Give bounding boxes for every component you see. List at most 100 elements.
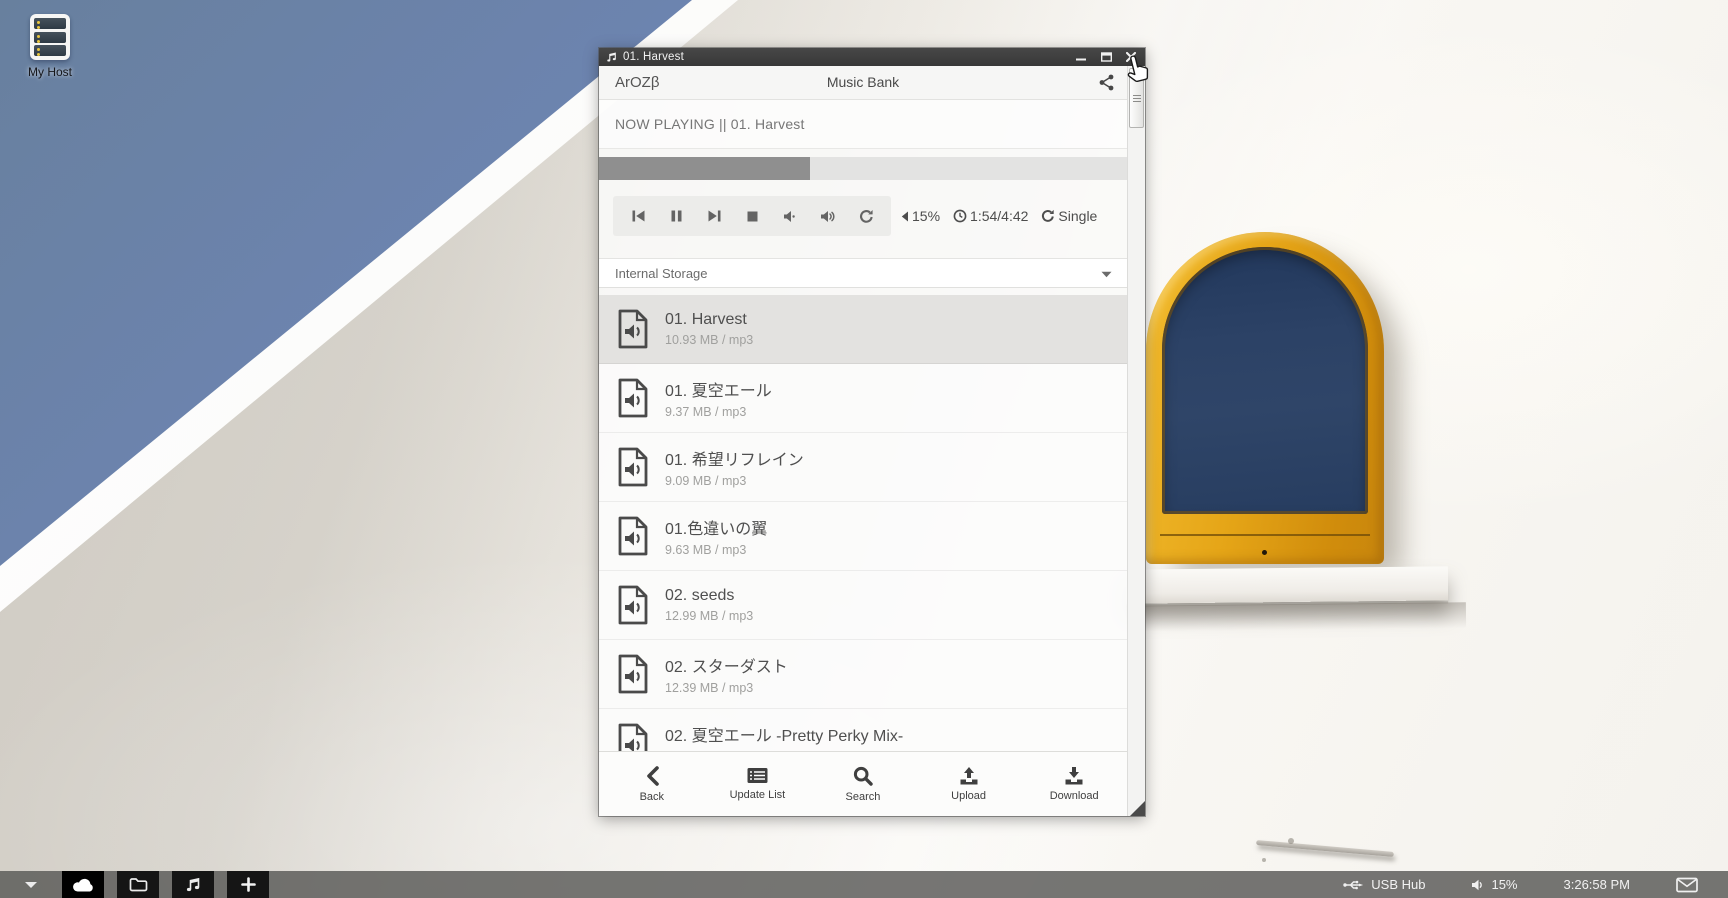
search-icon (853, 766, 873, 786)
minimize-button[interactable] (1075, 51, 1087, 63)
taskbar-launcher (0, 871, 282, 898)
scrollbar-track[interactable] (1127, 66, 1145, 816)
volume-up-button[interactable] (815, 203, 841, 229)
volume-label: 15% (1491, 877, 1517, 892)
taskbar-expand-button[interactable] (0, 881, 62, 889)
download-label: Download (1050, 790, 1099, 802)
track-title: 02. 夏空エール -Pretty Perky Mix- (665, 722, 903, 746)
wallpaper-window-glass (1162, 247, 1368, 514)
next-button[interactable] (701, 203, 727, 229)
now-playing-text: NOW PLAYING || 01. Harvest (615, 116, 805, 132)
progress-bar[interactable] (599, 157, 1127, 180)
audio-file-icon (615, 377, 651, 419)
maximize-button[interactable] (1100, 51, 1112, 63)
track-size: 9.09 MB / mp3 (665, 474, 804, 488)
track-row[interactable]: 02. スターダスト 12.39 MB / mp3 (599, 640, 1127, 709)
scrollbar-thumb[interactable] (1129, 68, 1144, 128)
search-button[interactable]: Search (810, 752, 916, 816)
audio-file-icon (615, 653, 651, 695)
usb-status[interactable]: USB Hub (1343, 877, 1425, 892)
pause-button[interactable] (663, 203, 689, 229)
wallpaper-sill-shadow (1126, 602, 1466, 632)
taskbar: USB Hub 15% 3:26:58 PM (0, 871, 1728, 898)
back-icon (645, 766, 659, 786)
audio-file-icon (615, 584, 651, 626)
taskbar-status-area: USB Hub 15% 3:26:58 PM (1343, 871, 1698, 898)
speaker-icon (1471, 879, 1484, 891)
music-note-icon (606, 51, 617, 63)
mode-value: Single (1058, 208, 1097, 224)
repeat-icon (1041, 209, 1055, 223)
maximize-icon (1101, 52, 1112, 62)
next-icon (707, 209, 722, 223)
share-icon (1099, 74, 1114, 91)
desktop-icon-label: My Host (16, 65, 84, 79)
caret-down-icon (24, 881, 38, 889)
usb-label: USB Hub (1371, 877, 1425, 892)
window-titlebar[interactable]: 01. Harvest (599, 48, 1145, 66)
track-size: 12.39 MB / mp3 (665, 681, 788, 695)
music-player-window: 01. Harvest ArOZβ (599, 48, 1145, 816)
minimize-icon (1076, 52, 1086, 62)
track-row[interactable]: 02. seeds 12.99 MB / mp3 (599, 571, 1127, 640)
desktop-icon-my-host[interactable]: My Host (16, 14, 84, 79)
download-button[interactable]: Download (1021, 752, 1127, 816)
refresh-icon (859, 209, 874, 224)
upload-icon (959, 767, 979, 785)
pause-icon (670, 209, 683, 223)
storage-select[interactable]: Internal Storage (599, 258, 1127, 288)
refresh-button[interactable] (853, 203, 879, 229)
cloud-icon (72, 877, 94, 892)
volume-status[interactable]: 15% (1471, 877, 1517, 892)
stop-icon (746, 210, 759, 223)
volume-down-icon (783, 210, 797, 223)
track-title: 01. Harvest (665, 311, 753, 329)
volume-down-button[interactable] (777, 203, 803, 229)
update-list-button[interactable]: Update List (705, 752, 811, 816)
taskbar-music-button[interactable] (172, 871, 214, 898)
previous-icon (631, 209, 646, 223)
back-label: Back (640, 791, 664, 803)
track-row[interactable]: 01. Harvest 10.93 MB / mp3 (599, 295, 1127, 364)
upload-button[interactable]: Upload (916, 752, 1022, 816)
music-bank-content: ArOZβ Music Bank NOW PLAYING || 01. Harv… (599, 66, 1127, 816)
track-title: 01.色違いの翼 (665, 515, 767, 539)
close-icon (1126, 52, 1136, 62)
wallpaper-speck (1262, 858, 1266, 862)
player-status: 15% 1:54/4:42 Single (901, 208, 1097, 224)
footer-toolbar: Back Update List Search (599, 751, 1127, 816)
volume-value: 15% (912, 208, 940, 224)
track-row[interactable]: 01.色違いの翼 9.63 MB / mp3 (599, 502, 1127, 571)
server-slat (34, 18, 66, 29)
share-button[interactable] (1099, 74, 1114, 96)
track-size: 9.63 MB / mp3 (665, 543, 767, 557)
server-slat (34, 45, 66, 56)
taskbar-folder-button[interactable] (117, 871, 159, 898)
taskbar-cloud-button[interactable] (62, 871, 104, 898)
clock-label: 3:26:58 PM (1564, 877, 1631, 892)
previous-button[interactable] (625, 203, 651, 229)
track-title: 02. seeds (665, 587, 753, 605)
notifications-button[interactable] (1676, 877, 1698, 893)
audio-file-icon (615, 515, 651, 557)
wallpaper-window-frame-line (1160, 534, 1370, 536)
time-value: 1:54/4:42 (970, 208, 1028, 224)
playback-mode[interactable]: Single (1041, 208, 1097, 224)
window-body: ArOZβ Music Bank NOW PLAYING || 01. Harv… (599, 66, 1145, 816)
resize-grip[interactable] (1130, 801, 1145, 816)
close-button[interactable] (1125, 51, 1137, 63)
track-size: 9.37 MB / mp3 (665, 405, 772, 419)
track-row[interactable]: 01. 希望リフレイン 9.09 MB / mp3 (599, 433, 1127, 502)
upload-label: Upload (951, 790, 986, 802)
server-slat (34, 32, 66, 43)
update-list-label: Update List (730, 789, 786, 801)
wallpaper-window-sill (1126, 566, 1448, 603)
audio-file-icon (615, 308, 651, 350)
folder-icon (129, 877, 148, 892)
audio-file-icon (615, 446, 651, 488)
back-button[interactable]: Back (599, 752, 705, 816)
stop-button[interactable] (739, 203, 765, 229)
taskbar-add-button[interactable] (227, 871, 269, 898)
track-row[interactable]: 01. 夏空エール 9.37 MB / mp3 (599, 364, 1127, 433)
wallpaper-arched-window (1146, 232, 1384, 564)
